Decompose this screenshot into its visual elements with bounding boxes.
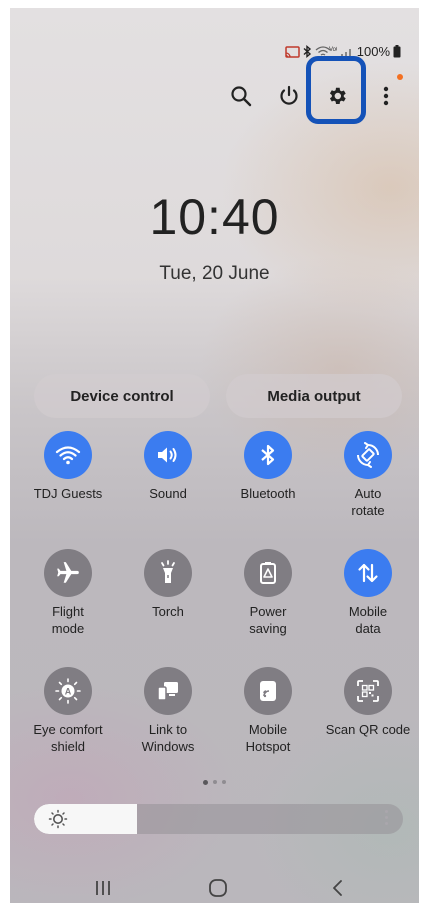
tile-mobile-data[interactable]: Mobile data <box>318 549 418 637</box>
page-dot <box>213 780 217 784</box>
airplane-icon <box>44 549 92 597</box>
tile-label: Mobile Hotspot <box>245 722 291 754</box>
tile-bluetooth[interactable]: Bluetooth <box>218 431 318 502</box>
sound-icon <box>144 431 192 479</box>
tile-label: Eye comfort shield <box>33 722 103 754</box>
power-saving-icon <box>244 549 292 597</box>
tile-eye-comfort[interactable]: A Eye comfort shield <box>18 667 118 755</box>
tile-label: Torch <box>152 604 184 619</box>
bluetooth-icon <box>303 45 312 58</box>
page-indicator <box>10 779 419 785</box>
tile-label: Bluetooth <box>240 486 296 501</box>
tile-label: Sound <box>149 486 187 501</box>
qr-code-icon <box>344 667 392 715</box>
battery-icon <box>393 45 401 58</box>
tile-flight-mode[interactable]: Flight mode <box>18 549 118 637</box>
auto-rotate-icon <box>344 431 392 479</box>
back-icon[interactable] <box>318 868 358 903</box>
tile-mobile-hotspot[interactable]: Mobile Hotspot <box>218 667 318 755</box>
tile-sound[interactable]: Sound <box>118 431 218 502</box>
quick-settings-panel: Vo0 100% 10:40 Tue, 20 June Device contr… <box>10 8 419 903</box>
notification-dot <box>397 74 403 80</box>
search-icon[interactable] <box>225 80 257 112</box>
page-dot <box>222 780 226 784</box>
power-icon[interactable] <box>273 80 305 112</box>
tile-label: Power saving <box>249 604 287 636</box>
tile-label: Link to Windows <box>141 722 195 754</box>
tile-wifi[interactable]: TDJ Guests <box>18 431 118 502</box>
svg-text:Vo0: Vo0 <box>329 47 337 53</box>
brightness-icon <box>48 809 68 834</box>
tile-power-saving[interactable]: Power saving <box>218 549 318 637</box>
cast-icon <box>285 45 300 58</box>
bluetooth-icon <box>244 431 292 479</box>
media-output-button[interactable]: Media output <box>226 374 402 418</box>
tile-torch[interactable]: Torch <box>118 549 218 620</box>
svg-text:A: A <box>65 687 72 697</box>
tile-auto-rotate[interactable]: Auto rotate <box>318 431 418 519</box>
tile-link-to-windows[interactable]: Link to Windows <box>118 667 218 755</box>
settings-highlight-box <box>306 56 366 124</box>
tile-label: TDJ Guests <box>33 486 103 501</box>
wifi-icon <box>44 431 92 479</box>
recent-apps-icon[interactable] <box>83 868 123 903</box>
battery-percentage: 100% <box>356 44 390 59</box>
clock-time: 10:40 <box>149 189 280 245</box>
tile-label: Auto rotate <box>351 486 385 518</box>
tile-label: Scan QR code <box>325 722 411 737</box>
more-options-icon[interactable] <box>370 80 402 112</box>
brightness-options-icon[interactable] <box>385 810 389 825</box>
clock-date: Tue, 20 June <box>159 263 270 284</box>
brightness-slider[interactable] <box>34 804 403 834</box>
page-dot <box>203 779 208 785</box>
eye-comfort-icon: A <box>44 667 92 715</box>
tile-label: Mobile data <box>348 604 388 636</box>
link-to-windows-icon <box>144 667 192 715</box>
hotspot-icon <box>244 667 292 715</box>
mobile-data-icon <box>344 549 392 597</box>
torch-icon <box>144 549 192 597</box>
navigation-bar <box>10 868 419 903</box>
tile-scan-qr-code[interactable]: Scan QR code <box>318 667 418 738</box>
home-icon[interactable] <box>198 868 238 903</box>
tile-label: Flight mode <box>51 604 85 636</box>
device-control-button[interactable]: Device control <box>34 374 210 418</box>
